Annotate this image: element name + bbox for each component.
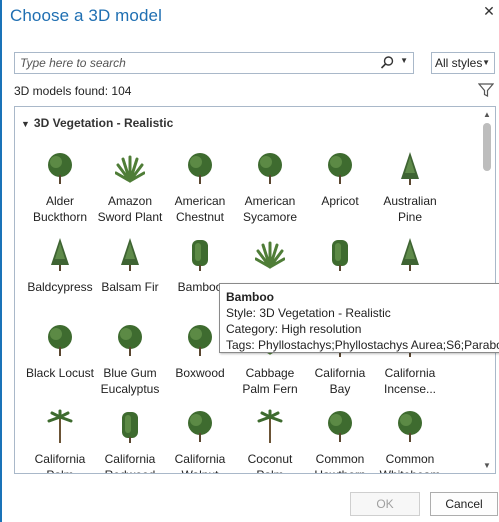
model-tile[interactable]: Alder Buckthorn [25, 147, 95, 233]
model-label: California Walnut [174, 452, 226, 473]
tree-round-icon [188, 153, 212, 184]
model-label: California Incense... [383, 366, 437, 396]
tree-conifer-icon [51, 238, 69, 271]
chevron-down-icon[interactable]: ▼ [21, 119, 30, 129]
models-found-count: 3D models found: 104 [14, 84, 132, 98]
model-tile[interactable]: Common Whitebeam [375, 405, 445, 473]
tooltip-category: Category: High resolution [226, 322, 362, 336]
search-input[interactable] [15, 53, 380, 73]
tree-round-icon [188, 325, 212, 356]
tree-conifer-icon [121, 238, 139, 271]
model-label: American Chestnut [174, 194, 226, 224]
plant-fan-icon [115, 155, 145, 183]
model-tile[interactable]: Blue Gum Eucalyptus [95, 319, 165, 405]
model-tile[interactable]: Amazon Sword Plant [95, 147, 165, 233]
tree-round-icon [48, 325, 72, 356]
scroll-down-arrow-icon[interactable]: ▼ [483, 461, 491, 470]
window-border [0, 0, 2, 522]
model-label: Coconut Palm [247, 452, 293, 473]
model-label: Common Whitebeam [380, 452, 441, 473]
filter-icon[interactable] [478, 82, 494, 98]
model-label: Black Locust [25, 366, 95, 380]
model-tile[interactable]: Balsam Fir [95, 233, 165, 319]
tooltip-title: Bamboo [226, 290, 274, 304]
cancel-button[interactable]: Cancel [430, 492, 498, 516]
tree-column-icon [192, 240, 208, 271]
model-tile[interactable]: California Palm [25, 405, 95, 473]
model-label: Common Hawthorn [314, 452, 365, 473]
styles-dropdown[interactable]: All styles ▼ [431, 52, 495, 74]
tree-round-icon [258, 153, 282, 184]
tree-column-icon [122, 412, 138, 443]
group-header[interactable]: ▼ 3D Vegetation - Realistic [21, 116, 173, 130]
model-tile[interactable]: Coconut Palm [235, 405, 305, 473]
tree-round-icon [48, 153, 72, 184]
tree-conifer-icon [401, 152, 419, 185]
tree-round-icon [118, 325, 142, 356]
palm-icon [47, 409, 73, 443]
model-tile[interactable]: California Redwood [95, 405, 165, 473]
model-label: American Sycamore [242, 194, 298, 224]
styles-dropdown-value: All styles [435, 56, 483, 70]
model-label: Cabbage Palm Fern [242, 366, 298, 396]
model-tile[interactable]: American Sycamore [235, 147, 305, 233]
model-tile[interactable]: Common Hawthorn [305, 405, 375, 473]
tree-column-icon [332, 240, 348, 271]
search-box[interactable]: ▼ [14, 52, 414, 74]
model-tooltip: Bamboo Style: 3D Vegetation - Realistic … [219, 283, 499, 353]
model-label: Boxwood [175, 366, 225, 380]
tree-round-icon [188, 411, 212, 442]
model-label: Baldcypress [27, 280, 93, 294]
model-tile[interactable]: Australian Pine [375, 147, 445, 233]
model-label: California Bay [314, 366, 366, 396]
group-title: 3D Vegetation - Realistic [33, 116, 174, 130]
scroll-up-arrow-icon[interactable]: ▲ [483, 110, 491, 119]
model-label: Amazon Sword Plant [97, 194, 163, 224]
model-label: California Redwood [104, 452, 156, 473]
search-options-chevron-down-icon[interactable]: ▼ [400, 56, 408, 65]
model-tile[interactable]: California Walnut [165, 405, 235, 473]
model-label: Australian Pine [383, 194, 437, 224]
tree-round-icon [328, 411, 352, 442]
model-tile[interactable]: Apricot [305, 147, 375, 233]
model-tile[interactable]: Baldcypress [25, 233, 95, 319]
plant-fan-icon [255, 241, 285, 269]
tooltip-style: Style: 3D Vegetation - Realistic [226, 306, 391, 320]
chevron-down-icon: ▼ [482, 58, 490, 67]
model-label: Apricot [321, 194, 359, 208]
palm-icon [257, 409, 283, 443]
search-icon[interactable] [379, 55, 395, 71]
model-label: Alder Buckthorn [32, 194, 88, 224]
close-icon[interactable]: ✕ [483, 4, 495, 18]
scrollbar-thumb[interactable] [483, 123, 491, 171]
model-tile[interactable]: American Chestnut [165, 147, 235, 233]
model-label: California Palm [34, 452, 86, 473]
tooltip-tags: Tags: Phyllostachys;Phyllostachys Aurea;… [226, 338, 499, 352]
tree-conifer-icon [401, 238, 419, 271]
model-label: Blue Gum Eucalyptus [100, 366, 160, 396]
tree-round-icon [398, 411, 422, 442]
model-label: Balsam Fir [101, 280, 159, 294]
tree-round-icon [328, 153, 352, 184]
ok-button[interactable]: OK [350, 492, 420, 516]
dialog-title: Choose a 3D model [10, 6, 162, 25]
model-tile[interactable]: Black Locust [25, 319, 95, 405]
